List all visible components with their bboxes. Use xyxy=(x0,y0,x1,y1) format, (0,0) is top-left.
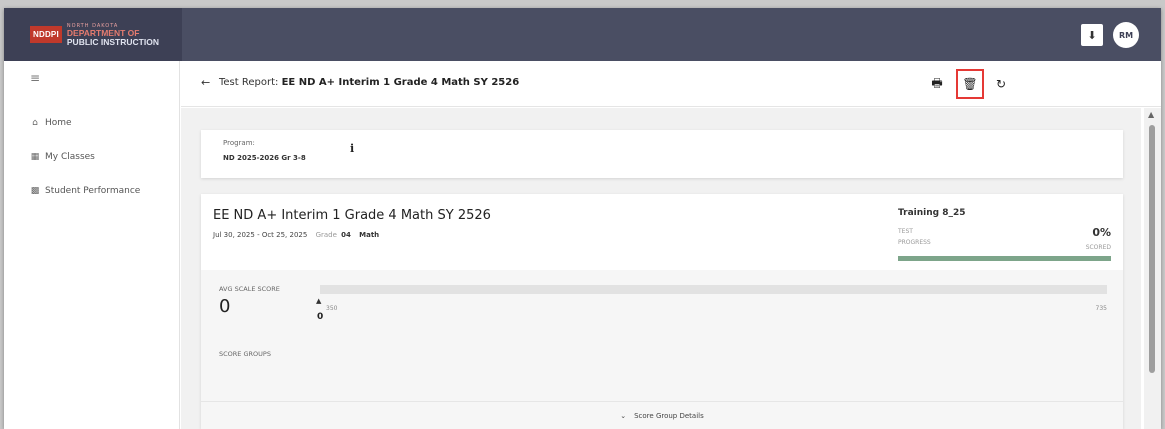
grade-value: 04 xyxy=(341,231,351,239)
page-title: Test Report: EE ND A+ Interim 1 Grade 4 … xyxy=(219,77,519,88)
scale-min: 350 xyxy=(326,305,338,312)
training-name: Training 8_25 xyxy=(898,208,966,218)
test-progress-label-2: PROGRESS xyxy=(898,239,931,246)
sidebar-item-my-classes[interactable]: ▦ My Classes xyxy=(30,152,95,162)
title-name: EE ND A+ Interim 1 Grade 4 Math SY 2526 xyxy=(281,77,520,88)
score-groups-label: SCORE GROUPS xyxy=(219,350,271,358)
brand-badge: NDDPI xyxy=(30,26,62,43)
grade-label: Grade xyxy=(315,231,337,239)
sidebar: ≡ ⌂ Home ▦ My Classes ▩ Student Performa… xyxy=(4,61,180,429)
info-icon[interactable]: i xyxy=(350,142,354,155)
score-panel: AVG SCALE SCORE 0 ▲ 350 0 735 SCORE GROU… xyxy=(201,270,1123,429)
sidebar-item-label: Home xyxy=(45,118,72,128)
refresh-icon[interactable]: ↻ xyxy=(991,74,1011,94)
scroll-up-icon[interactable]: ▲ xyxy=(1148,110,1154,119)
score-group-details-toggle[interactable]: ⌄ Score Group Details xyxy=(201,401,1123,429)
score-marker-icon: ▲ xyxy=(316,297,322,305)
sidebar-item-home[interactable]: ⌂ Home xyxy=(30,118,72,128)
avg-scale-score-label: AVG SCALE SCORE xyxy=(219,285,280,293)
title-prefix: Test Report: xyxy=(219,77,279,88)
scale-bar xyxy=(320,285,1107,294)
main-content: Program: ND 2025-2026 Gr 3-8 i EE ND A+ … xyxy=(181,108,1141,429)
test-dates: Jul 30, 2025 - Oct 25, 2025 xyxy=(213,231,308,239)
brand-text: NORTH DAKOTA DEPARTMENT OF PUBLIC INSTRU… xyxy=(67,23,159,47)
hamburger-icon[interactable]: ≡ xyxy=(30,71,40,85)
print-icon[interactable]: 🖶 xyxy=(927,74,947,94)
test-progress-label-1: TEST xyxy=(898,228,913,235)
progress-bar xyxy=(898,256,1111,261)
delete-icon[interactable]: 🗑 xyxy=(956,69,984,99)
top-bar: NDDPI NORTH DAKOTA DEPARTMENT OF PUBLIC … xyxy=(4,8,1161,61)
score-group-details-label: Score Group Details xyxy=(634,411,704,420)
progress-bar-fill xyxy=(898,256,1111,261)
scrollbar[interactable]: ▲ xyxy=(1144,108,1161,429)
program-label: Program: xyxy=(223,139,255,147)
test-card: EE ND A+ Interim 1 Grade 4 Math SY 2526 … xyxy=(201,194,1123,429)
scroll-thumb[interactable] xyxy=(1149,125,1155,373)
back-arrow-icon[interactable]: ← xyxy=(201,76,210,89)
subject: Math xyxy=(359,231,380,239)
home-icon: ⌂ xyxy=(32,118,38,128)
program-card: Program: ND 2025-2026 Gr 3-8 i xyxy=(201,130,1123,178)
brand-line-2: PUBLIC INSTRUCTION xyxy=(66,36,159,47)
scored-label: SCORED xyxy=(1085,244,1111,251)
test-meta: Jul 30, 2025 - Oct 25, 2025 Grade 04 Mat… xyxy=(213,231,379,239)
sidebar-item-label: My Classes xyxy=(45,152,95,162)
scale-max: 735 xyxy=(1095,305,1107,312)
app-window: NDDPI NORTH DAKOTA DEPARTMENT OF PUBLIC … xyxy=(4,8,1161,429)
chevron-down-icon: ⌄ xyxy=(620,411,627,420)
test-progress-label: TEST PROGRESS xyxy=(898,226,931,248)
program-value: ND 2025-2026 Gr 3-8 xyxy=(223,154,306,162)
chart-icon: ▩ xyxy=(30,186,40,196)
download-icon[interactable]: ⬇ xyxy=(1081,24,1103,46)
score-marker-value: 0 xyxy=(317,312,324,322)
report-header: ← Test Report: EE ND A+ Interim 1 Grade … xyxy=(181,61,1161,107)
sidebar-item-label: Student Performance xyxy=(45,186,141,196)
sidebar-item-student-performance[interactable]: ▩ Student Performance xyxy=(30,186,141,196)
scored-percent: 0% xyxy=(1092,226,1111,239)
brand-logo[interactable]: NDDPI NORTH DAKOTA DEPARTMENT OF PUBLIC … xyxy=(4,8,182,61)
top-right-controls: ⬇ RM xyxy=(1081,22,1139,48)
avg-scale-score-value: 0 xyxy=(219,296,231,317)
avatar[interactable]: RM xyxy=(1113,22,1139,48)
test-name: EE ND A+ Interim 1 Grade 4 Math SY 2526 xyxy=(213,208,491,223)
classes-icon: ▦ xyxy=(30,152,40,162)
